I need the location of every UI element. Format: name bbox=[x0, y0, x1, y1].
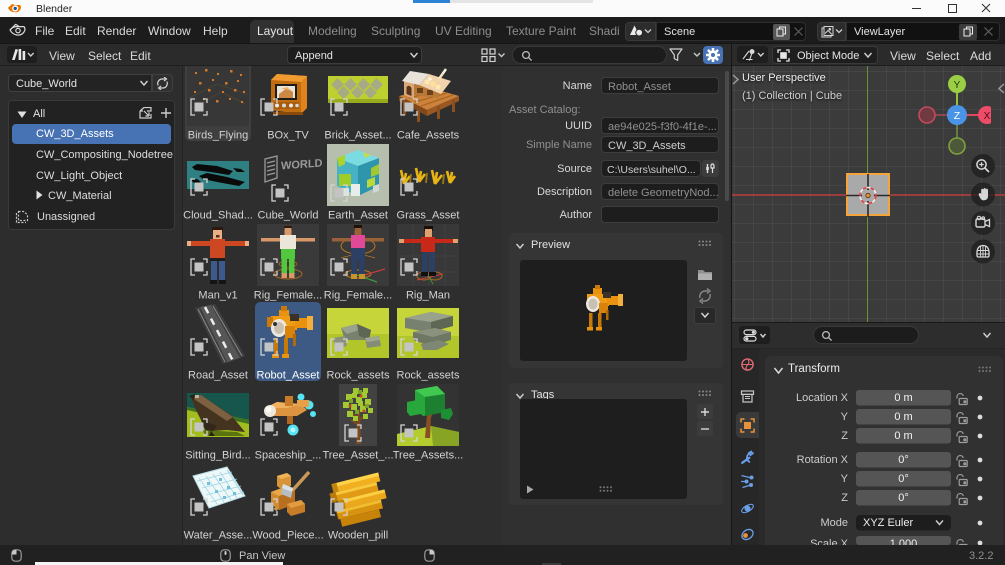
svg-text:Rig_Female...: Rig_Female... bbox=[254, 290, 322, 302]
svg-text:Cafe_Assets: Cafe_Assets bbox=[397, 130, 460, 142]
svg-text:Brick_Asset...: Brick_Asset... bbox=[324, 130, 391, 142]
svg-text:Tree_Asset_...: Tree_Asset_... bbox=[322, 450, 393, 462]
svg-text:Mode: Mode bbox=[820, 517, 848, 529]
svg-text:Location X: Location X bbox=[796, 392, 849, 404]
svg-text:Road_Asset: Road_Asset bbox=[188, 370, 248, 382]
svg-text:Cloud_Shad...: Cloud_Shad... bbox=[183, 210, 253, 222]
svg-text:Z: Z bbox=[841, 430, 848, 442]
svg-text:Robot_Asset: Robot_Asset bbox=[257, 370, 320, 382]
svg-text:0 m: 0 m bbox=[894, 411, 912, 423]
svg-text:1.000: 1.000 bbox=[890, 538, 918, 545]
svg-text:Wooden_pill: Wooden_pill bbox=[328, 530, 388, 542]
svg-text:X: X bbox=[984, 111, 991, 122]
svg-text:Scale X: Scale X bbox=[810, 538, 849, 545]
svg-text:Y: Y bbox=[841, 473, 849, 485]
svg-text:0 m: 0 m bbox=[894, 430, 912, 442]
svg-text:Birds_Flying: Birds_Flying bbox=[188, 130, 249, 142]
svg-text:Rig_Man: Rig_Man bbox=[406, 290, 450, 302]
svg-text:0°: 0° bbox=[898, 454, 909, 466]
svg-text:0°: 0° bbox=[898, 473, 909, 485]
svg-text:Rotation X: Rotation X bbox=[797, 454, 849, 466]
svg-text:Z: Z bbox=[954, 110, 961, 122]
svg-text:Spaceship_...: Spaceship_... bbox=[255, 450, 322, 462]
svg-text:Cube_World: Cube_World bbox=[258, 210, 319, 222]
svg-text:Earth_Asset: Earth_Asset bbox=[328, 210, 388, 222]
svg-text:XYZ Euler: XYZ Euler bbox=[863, 517, 913, 529]
svg-text:Man_v1: Man_v1 bbox=[198, 290, 237, 302]
svg-text:0 m: 0 m bbox=[894, 392, 912, 404]
svg-text:Rock_assets: Rock_assets bbox=[397, 370, 460, 382]
svg-text:WORLD: WORLD bbox=[281, 157, 323, 172]
svg-text:Y: Y bbox=[841, 411, 849, 423]
svg-text:Rig_Female...: Rig_Female... bbox=[324, 290, 392, 302]
svg-text:Grass_Asset: Grass_Asset bbox=[397, 210, 460, 222]
svg-text:Water_Asse...: Water_Asse... bbox=[184, 530, 253, 542]
svg-text:Z: Z bbox=[841, 492, 848, 504]
svg-text:Sitting_Bird...: Sitting_Bird... bbox=[185, 450, 250, 462]
svg-text:BOx_TV: BOx_TV bbox=[267, 130, 309, 142]
svg-text:Y: Y bbox=[954, 80, 961, 91]
svg-text:0°: 0° bbox=[898, 492, 909, 504]
svg-text:Rock_assets: Rock_assets bbox=[327, 370, 390, 382]
svg-text:Wood_Piece...: Wood_Piece... bbox=[252, 530, 323, 542]
svg-text:Tree_Assets...: Tree_Assets... bbox=[393, 450, 464, 462]
